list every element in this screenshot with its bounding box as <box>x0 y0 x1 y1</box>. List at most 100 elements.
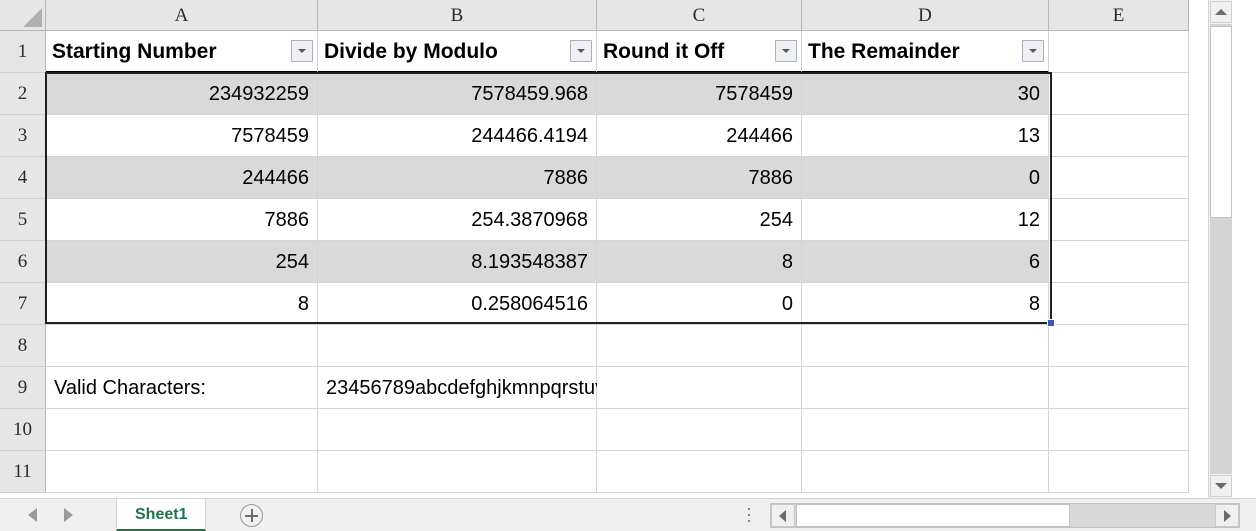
scroll-right-button[interactable] <box>1215 504 1239 527</box>
data-cell[interactable]: 254.3870968 <box>318 199 597 241</box>
filter-dropdown-icon[interactable] <box>775 40 797 62</box>
fill-handle[interactable] <box>1047 319 1055 327</box>
column-header-a[interactable]: A <box>46 0 318 31</box>
spreadsheet-window: ABCDE 1 2 3 4 5 6 7 8 9 10 11 Starting Number Divid… <box>0 0 1256 531</box>
row-header-6[interactable]: 6 <box>0 241 46 283</box>
empty-cell[interactable] <box>1049 409 1189 451</box>
filter-dropdown-icon[interactable] <box>1022 40 1044 62</box>
row-header-4[interactable]: 4 <box>0 157 46 199</box>
data-cell[interactable]: 8.193548387 <box>318 241 597 283</box>
row-header-2[interactable]: 2 <box>0 73 46 115</box>
empty-cell[interactable] <box>318 451 597 493</box>
data-cell[interactable]: 7886 <box>46 199 318 241</box>
empty-cell[interactable] <box>1049 73 1189 115</box>
data-cell[interactable]: 254 <box>46 241 318 283</box>
data-cell[interactable]: 8 <box>597 241 802 283</box>
table-header-cell[interactable]: Starting Number <box>46 31 318 73</box>
data-cell[interactable]: 244466 <box>597 115 802 157</box>
data-cell[interactable]: 8 <box>46 283 318 325</box>
data-cell[interactable]: 7578459 <box>46 115 318 157</box>
empty-cell[interactable] <box>597 451 802 493</box>
empty-cell[interactable] <box>1049 241 1189 283</box>
filter-dropdown-icon[interactable] <box>291 40 313 62</box>
empty-cell[interactable] <box>46 325 318 367</box>
column-header-e[interactable]: E <box>1049 0 1189 31</box>
row-header-7[interactable]: 7 <box>0 283 46 325</box>
scroll-down-button[interactable] <box>1210 475 1232 497</box>
column-header-b[interactable]: B <box>318 0 597 31</box>
empty-cell[interactable] <box>1049 451 1189 493</box>
data-cell[interactable]: 234932259 <box>46 73 318 115</box>
empty-cell[interactable] <box>1049 31 1189 73</box>
add-sheet-icon[interactable] <box>240 504 263 527</box>
vertical-scroll-thumb[interactable] <box>1210 26 1232 218</box>
data-cell[interactable]: 12 <box>802 199 1049 241</box>
column-header-c[interactable]: C <box>597 0 802 31</box>
empty-cell[interactable] <box>46 451 318 493</box>
valid-characters-label[interactable]: Valid Characters: <box>46 367 318 409</box>
sheet-tab-sheet1[interactable]: Sheet1 <box>116 499 207 531</box>
data-cell[interactable]: 0 <box>597 283 802 325</box>
data-cell[interactable]: 6 <box>802 241 1049 283</box>
table-header-cell[interactable]: Divide by Modulo <box>318 31 597 73</box>
previous-sheet-icon[interactable] <box>28 508 37 522</box>
horizontal-scrollbar[interactable] <box>770 503 1240 528</box>
data-cell[interactable]: 0 <box>802 157 1049 199</box>
data-cell[interactable]: 244466.4194 <box>318 115 597 157</box>
empty-row <box>46 325 1189 367</box>
scroll-up-button[interactable] <box>1210 1 1232 23</box>
table-header-row: Starting Number Divide by Modulo Round it … <box>46 31 1189 73</box>
empty-cell[interactable] <box>802 325 1049 367</box>
data-cell[interactable]: 7578459 <box>597 73 802 115</box>
valid-characters-value[interactable]: 23456789abcdefghjkmnpqrstuvwxyz <box>318 367 650 409</box>
filter-dropdown-icon[interactable] <box>570 40 592 62</box>
empty-cell[interactable] <box>802 409 1049 451</box>
empty-cell[interactable] <box>318 325 597 367</box>
triangle-down-icon <box>1215 483 1227 489</box>
empty-cell[interactable] <box>597 325 802 367</box>
table-row: 7886 254.3870968 254 12 <box>46 199 1189 241</box>
empty-cell[interactable] <box>1049 199 1189 241</box>
empty-cell[interactable] <box>318 409 597 451</box>
empty-cell[interactable] <box>597 367 802 409</box>
data-cell[interactable]: 0.258064516 <box>318 283 597 325</box>
cell-grid: Starting Number Divide by Modulo Round it … <box>46 31 1189 493</box>
row-header-1[interactable]: 1 <box>0 31 46 73</box>
data-cell[interactable]: 244466 <box>46 157 318 199</box>
data-cell[interactable]: 30 <box>802 73 1049 115</box>
row-header-3[interactable]: 3 <box>0 115 46 157</box>
empty-cell[interactable] <box>1049 157 1189 199</box>
vertical-scrollbar[interactable] <box>1208 0 1232 498</box>
table-header-label: Divide by Modulo <box>324 40 498 63</box>
empty-cell[interactable] <box>1049 283 1189 325</box>
split-handle[interactable] <box>748 508 752 524</box>
data-cell[interactable]: 13 <box>802 115 1049 157</box>
data-cell[interactable]: 7886 <box>318 157 597 199</box>
row-header-5[interactable]: 5 <box>0 199 46 241</box>
empty-cell[interactable] <box>802 451 1049 493</box>
scroll-left-button[interactable] <box>771 504 795 527</box>
column-header-d[interactable]: D <box>802 0 1049 31</box>
horizontal-scroll-thumb[interactable] <box>796 504 1070 527</box>
row-header-9[interactable]: 9 <box>0 367 46 409</box>
empty-cell[interactable] <box>802 367 1049 409</box>
data-cell[interactable]: 7886 <box>597 157 802 199</box>
data-cell[interactable]: 8 <box>802 283 1049 325</box>
select-all-corner[interactable] <box>0 0 46 31</box>
empty-cell[interactable] <box>597 409 802 451</box>
next-sheet-icon[interactable] <box>64 508 73 522</box>
row-header-8[interactable]: 8 <box>0 325 46 367</box>
empty-cell[interactable] <box>1049 115 1189 157</box>
row-header-10[interactable]: 10 <box>0 409 46 451</box>
triangle-right-icon <box>1224 509 1231 522</box>
empty-cell[interactable] <box>1049 325 1189 367</box>
data-cell[interactable]: 7578459.968 <box>318 73 597 115</box>
table-header-cell[interactable]: The Remainder <box>802 31 1049 73</box>
empty-cell[interactable] <box>46 409 318 451</box>
empty-cell[interactable] <box>1049 367 1189 409</box>
table-header-cell[interactable]: Round it Off <box>597 31 802 73</box>
dot <box>748 508 750 510</box>
row-header-11[interactable]: 11 <box>0 451 46 493</box>
column-header-row: ABCDE <box>46 0 1189 31</box>
data-cell[interactable]: 254 <box>597 199 802 241</box>
